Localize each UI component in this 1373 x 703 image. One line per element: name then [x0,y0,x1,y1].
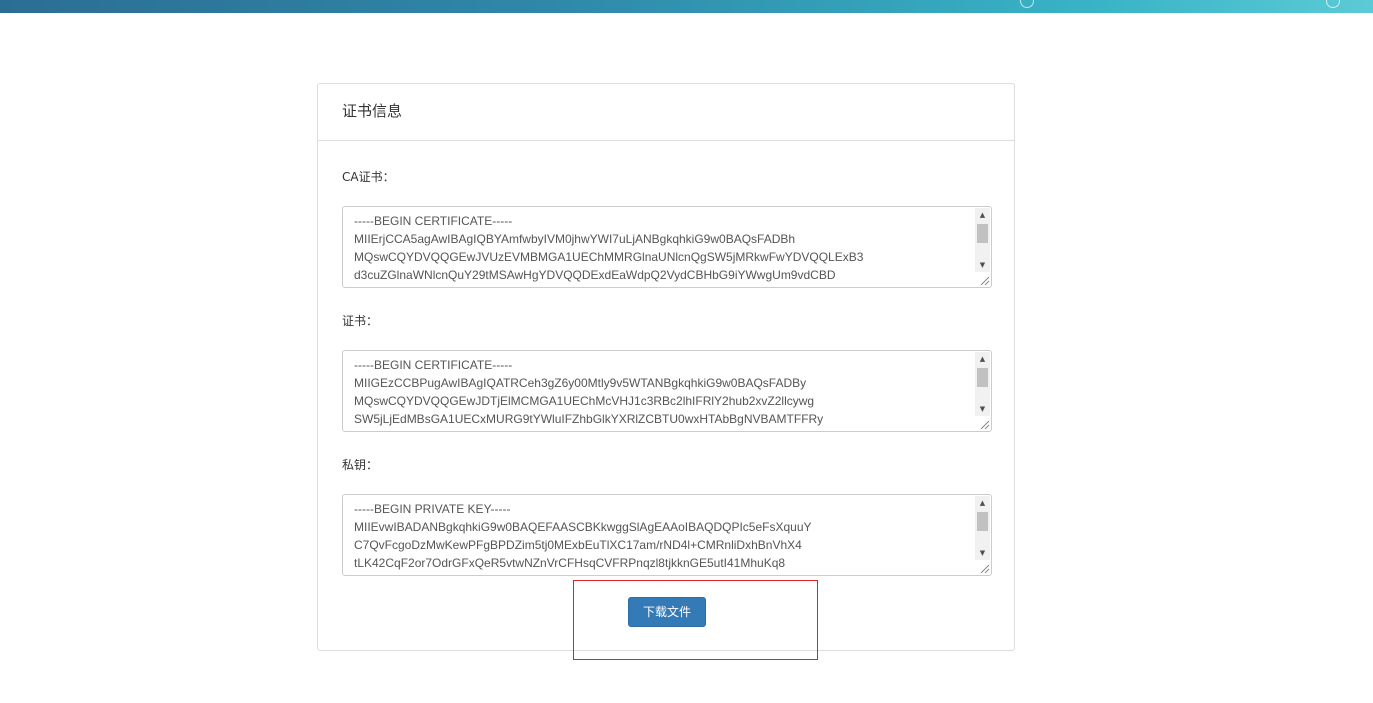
scroll-thumb[interactable] [977,512,988,531]
scroll-thumb[interactable] [977,224,988,243]
certificate-info-panel: 证书信息 CA证书： -----BEGIN CERTIFICATE----- M… [317,83,1015,651]
vertical-scrollbar[interactable]: ▲ ▼ [975,496,990,560]
scroll-down-arrow-icon[interactable]: ▼ [975,546,990,560]
ca-certificate-textarea[interactable]: -----BEGIN CERTIFICATE----- MIIErjCCA5ag… [342,206,992,288]
banner-decoration [1020,0,1034,8]
resize-grip-icon[interactable] [978,562,990,574]
certificate-content: -----BEGIN CERTIFICATE----- MIIGEzCCBPug… [354,358,824,426]
download-file-button[interactable]: 下载文件 [628,597,706,627]
banner-decoration [1326,0,1340,8]
ca-certificate-label: CA证书： [342,170,395,184]
scroll-down-arrow-icon[interactable]: ▼ [975,402,990,416]
certificate-textarea[interactable]: -----BEGIN CERTIFICATE----- MIIGEzCCBPug… [342,350,992,432]
private-key-label: 私钥： [342,458,379,472]
certificate-label: 证书： [342,314,379,328]
scroll-thumb[interactable] [977,368,988,387]
vertical-scrollbar[interactable]: ▲ ▼ [975,208,990,272]
vertical-scrollbar[interactable]: ▲ ▼ [975,352,990,416]
resize-grip-icon[interactable] [978,418,990,430]
scroll-up-arrow-icon[interactable]: ▲ [975,208,990,222]
scroll-up-arrow-icon[interactable]: ▲ [975,496,990,510]
private-key-content: -----BEGIN PRIVATE KEY----- MIIEvwIBADAN… [354,502,812,570]
panel-title: 证书信息 [318,84,1014,141]
resize-grip-icon[interactable] [978,274,990,286]
top-banner [0,0,1373,13]
ca-certificate-content: -----BEGIN CERTIFICATE----- MIIErjCCA5ag… [354,214,864,282]
scroll-up-arrow-icon[interactable]: ▲ [975,352,990,366]
private-key-textarea[interactable]: -----BEGIN PRIVATE KEY----- MIIEvwIBADAN… [342,494,992,576]
scroll-down-arrow-icon[interactable]: ▼ [975,258,990,272]
